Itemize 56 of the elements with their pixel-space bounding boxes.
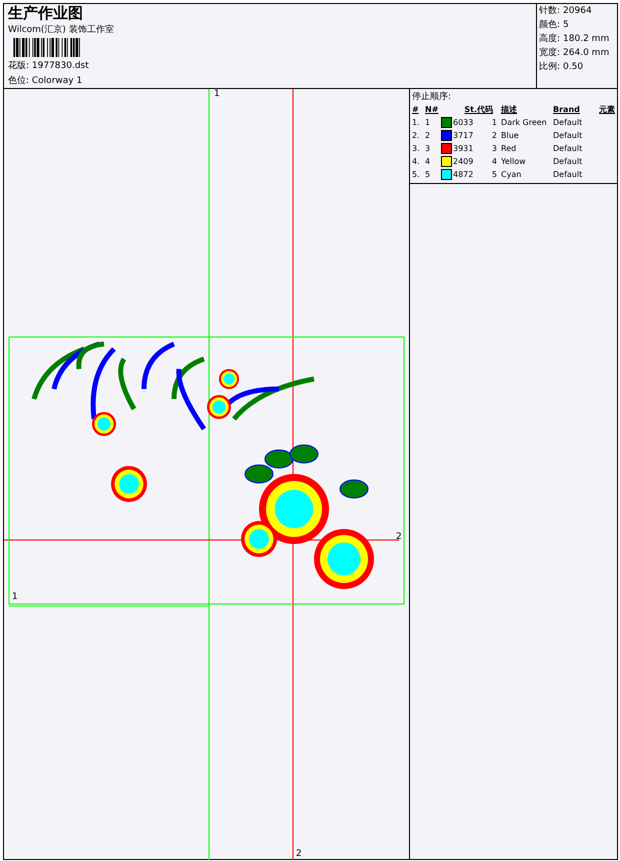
table-cell-text: Default <box>553 130 584 142</box>
table-cell-text: 4 <box>490 156 498 168</box>
table-cell-text: 2. <box>412 130 421 142</box>
stat-value: 264.0 mm <box>563 47 610 59</box>
stat-label: 颜色: <box>539 19 560 31</box>
table-cell-text: 1 <box>425 117 432 129</box>
stat-value: 0.50 <box>563 61 584 73</box>
table-cell-text: 5 <box>490 169 498 181</box>
table-cell-text: 5 <box>425 169 432 181</box>
table-cell-text: 1. <box>412 117 421 129</box>
table-cell-text: Blue <box>501 130 520 142</box>
table-cell-text: 4 <box>425 156 432 168</box>
company-name: Wilcom(汇京) 装饰工作室 <box>8 24 115 36</box>
table-cell-text: Yellow <box>501 156 527 168</box>
stat-label: 高度: <box>539 33 560 45</box>
table-cell-text: 3. <box>412 143 421 155</box>
stat-label: 比例: <box>539 61 560 73</box>
table-cell-text: Default <box>553 156 584 168</box>
table-cell-text: 2 <box>425 130 432 142</box>
colorway: 色位: Colorway 1 <box>8 74 84 87</box>
column-header: Brand <box>553 104 581 116</box>
table-cell-text: 4872 <box>453 169 474 181</box>
table-cell-text: 2409 <box>453 156 474 168</box>
table-cell-text: 3 <box>490 143 498 155</box>
table-cell-text: 4. <box>412 156 421 168</box>
table-cell-text: 1 <box>490 117 498 129</box>
guide-label: 2 <box>396 532 402 542</box>
guide-label: 1 <box>214 89 220 99</box>
table-cell-text: Red <box>501 143 518 155</box>
column-header: # <box>412 104 420 116</box>
stat-value: 20964 <box>563 5 592 17</box>
stat-value: 5 <box>563 19 569 31</box>
guide-label: 2 <box>296 849 302 859</box>
sheet-title: 生产作业图 <box>8 5 84 21</box>
guide-label: 1 <box>12 592 18 602</box>
design-file: 花版: 1977830.dst <box>8 60 90 72</box>
table-cell-text: 3717 <box>453 130 474 142</box>
column-header: 描述 <box>501 104 518 116</box>
table-title: 停止顺序: <box>412 90 452 103</box>
table-cell-text: 3 <box>425 143 432 155</box>
column-header: 元素 <box>598 104 615 116</box>
stat-label: 针数: <box>539 5 560 17</box>
table-cell-text: Default <box>553 117 584 129</box>
table-cell-text: 3931 <box>453 143 474 155</box>
stat-label: 宽度: <box>539 47 560 59</box>
stat-value: 180.2 mm <box>563 33 610 45</box>
table-cell-text: Dark Green <box>501 117 548 129</box>
table-cell-text: 6033 <box>453 117 474 129</box>
column-header: N# <box>425 104 440 116</box>
table-cell-text: Default <box>553 143 584 155</box>
table-cell-text: 2 <box>490 130 498 142</box>
column-header: St. <box>463 104 477 116</box>
column-header: 代码 <box>477 104 494 116</box>
table-cell-text: Default <box>553 169 584 181</box>
table-cell-text: Cyan <box>501 169 522 181</box>
table-cell-text: 5. <box>412 169 421 181</box>
